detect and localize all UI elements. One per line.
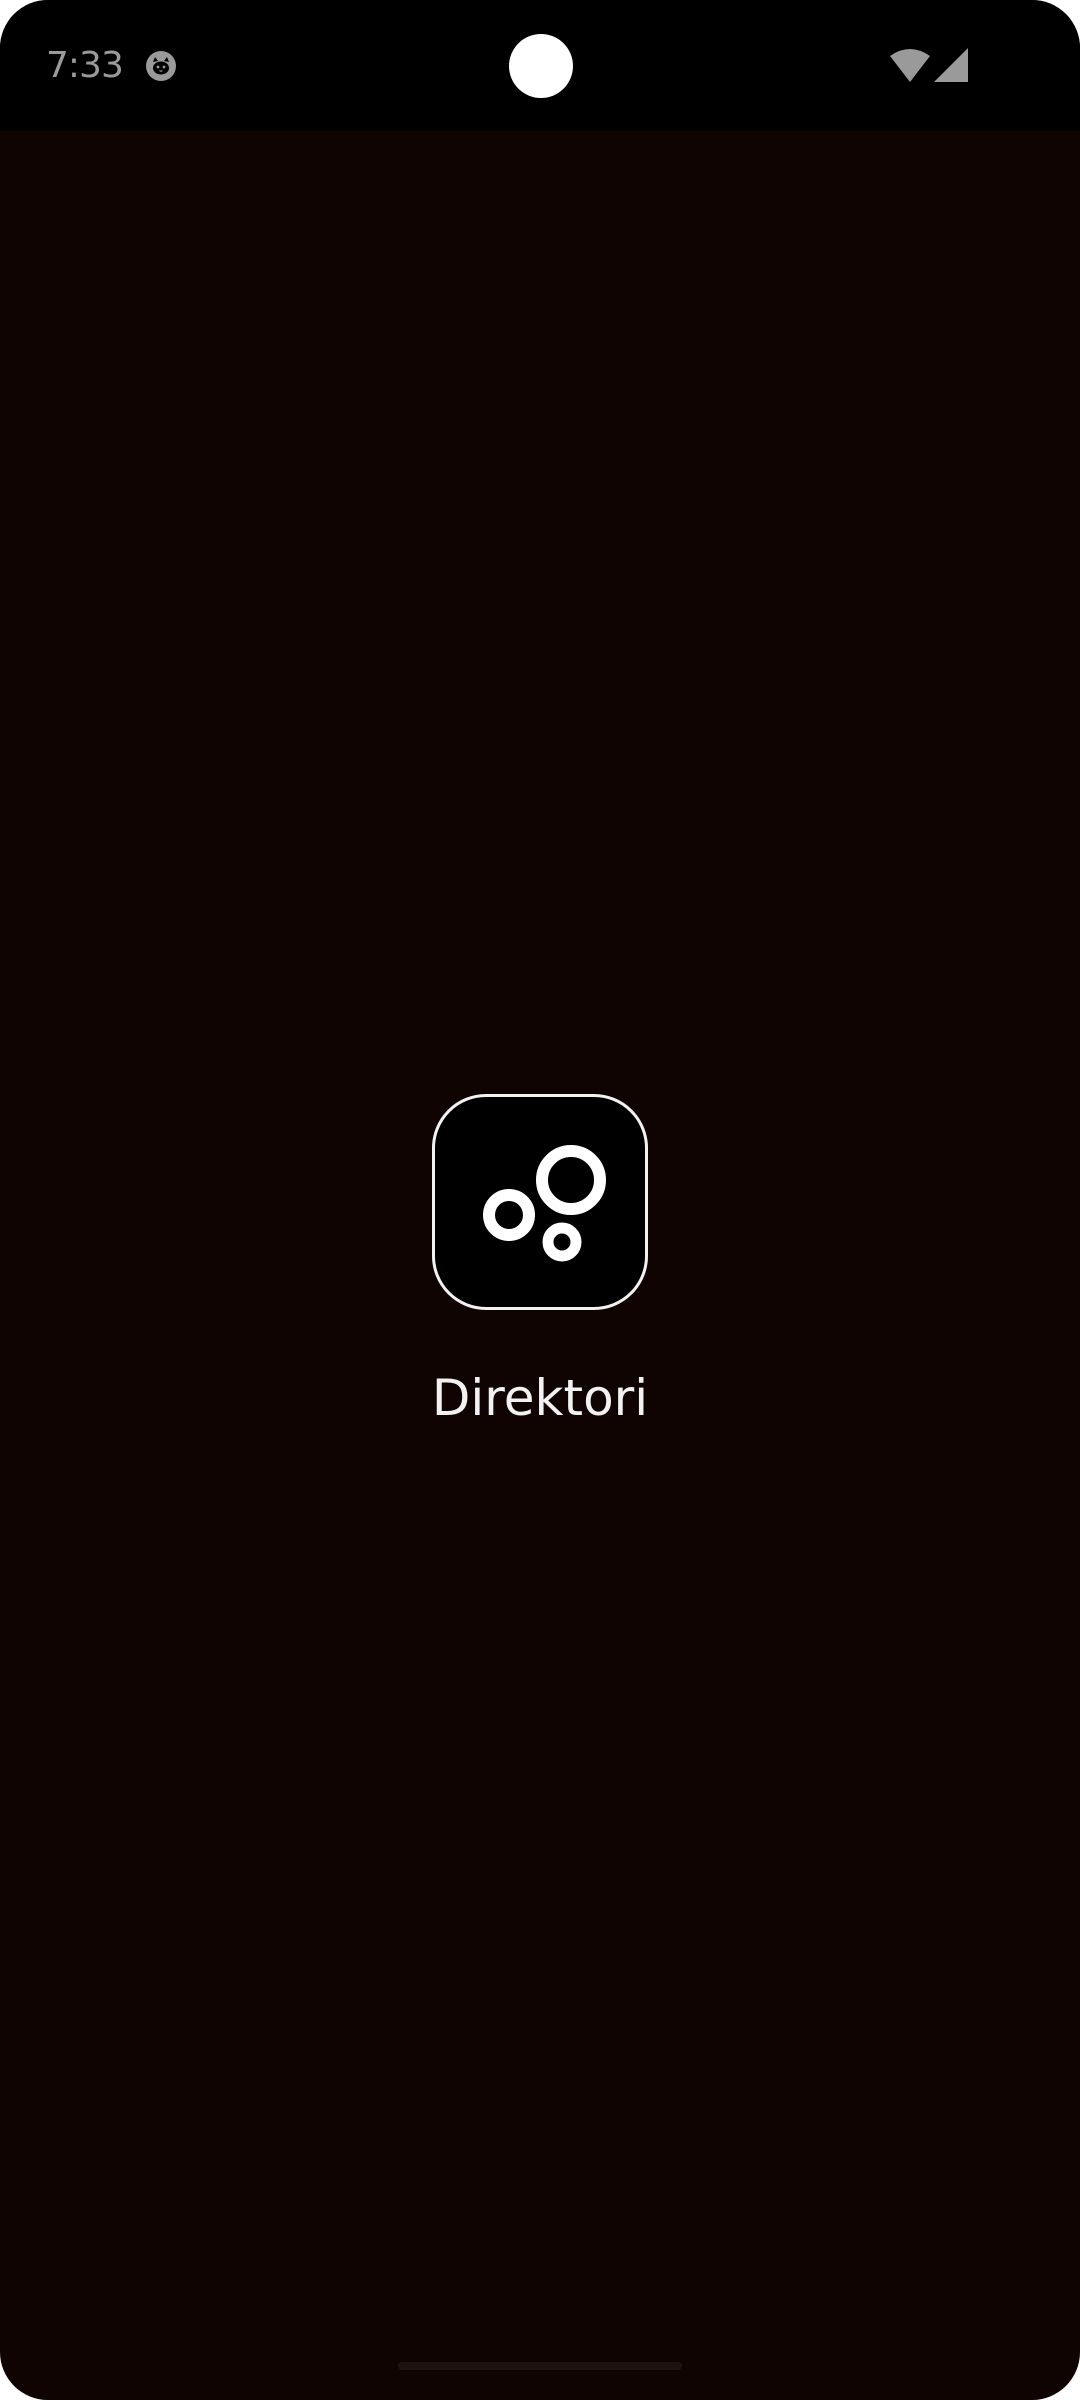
status-bar: 7:33 [0,0,1080,131]
wifi-icon [890,49,930,82]
gesture-nav-handle[interactable] [398,2362,682,2370]
app-logo-tile [432,1094,648,1310]
camera-cutout [509,34,573,98]
phone-screen: 7:33 Direktori [0,0,1080,2400]
status-time: 7:33 [46,45,124,86]
bubbles-logo-icon [483,1145,606,1262]
app-name: Direktori [431,1369,649,1427]
cellular-signal-icon [934,48,968,82]
cat-notification-icon [146,51,176,81]
